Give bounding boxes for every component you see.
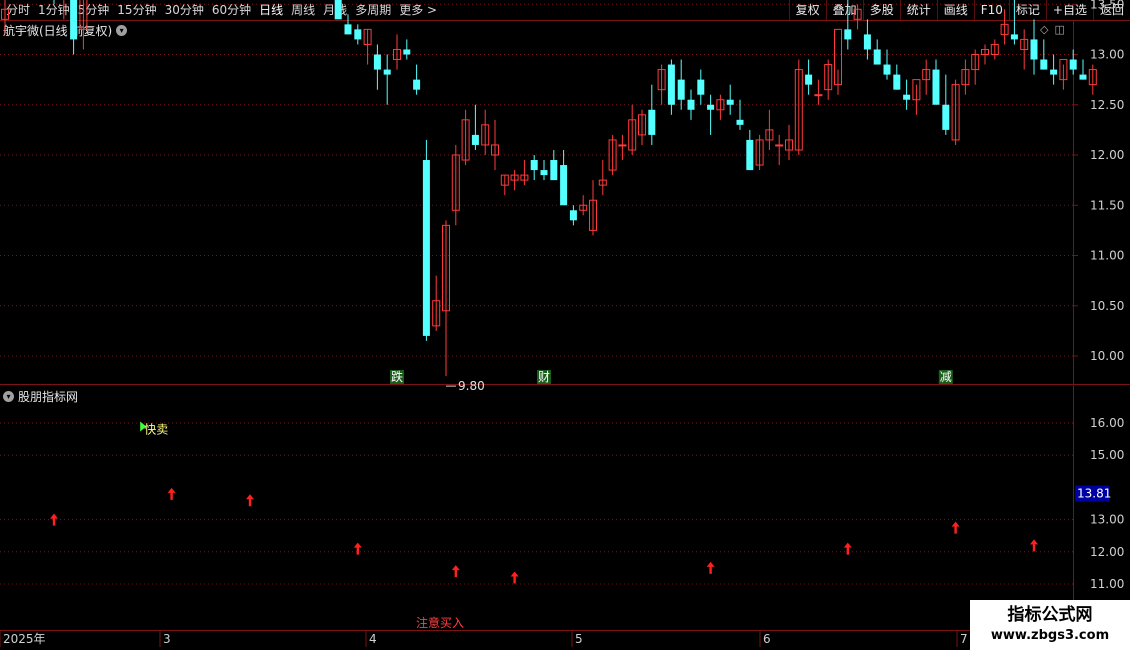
y-tick-label: 13.00 — [1090, 513, 1124, 527]
chart-canvas[interactable]: 16.0015.5015.0014.5014.0013.5013.0012.50… — [0, 0, 1130, 650]
candle-body — [1010, 34, 1018, 40]
candle-body — [334, 0, 342, 20]
buy-arrow — [843, 542, 852, 555]
buy-arrow — [706, 561, 715, 574]
candle-body — [697, 79, 705, 95]
y-tick-label: 11.50 — [1090, 198, 1124, 212]
watermark-title: 指标公式网 — [1007, 605, 1093, 625]
candle-body — [383, 69, 391, 75]
candle-body — [893, 74, 901, 90]
candle-body — [560, 165, 568, 206]
candle-body — [903, 94, 911, 100]
buy-arrow — [510, 571, 519, 584]
buy-arrow — [246, 494, 254, 507]
y-tick-label: 12.00 — [1090, 148, 1124, 162]
candle-body — [648, 109, 656, 135]
candle-body — [373, 54, 381, 70]
x-axis-label: 5 — [575, 632, 583, 646]
y-tick-label: 11.00 — [1090, 577, 1124, 591]
candle-body — [1050, 69, 1058, 75]
y-tick-label: 15.00 — [1090, 448, 1124, 462]
candle-body — [677, 79, 685, 100]
buy-signal-label: 注意买入 — [416, 615, 464, 630]
candle-body — [354, 29, 362, 40]
x-axis-label: 6 — [763, 632, 771, 646]
event-marker-label: 跌 — [391, 369, 403, 384]
candle-body — [1069, 59, 1077, 70]
candle-body — [413, 79, 421, 90]
y-tick-label: 12.00 — [1090, 545, 1124, 559]
candle-body — [1030, 39, 1038, 60]
candle-body — [70, 0, 78, 40]
candle-body — [569, 210, 577, 221]
x-axis-label: 4 — [369, 632, 377, 646]
candle-body — [863, 34, 871, 50]
y-tick-label: 10.50 — [1090, 299, 1124, 313]
candle-body — [873, 49, 881, 65]
candle-body — [403, 49, 411, 55]
candle-body — [540, 170, 548, 176]
candle-body — [736, 119, 744, 125]
y-tick-label: 10.00 — [1090, 349, 1124, 363]
candle-body — [422, 160, 430, 336]
buy-arrow — [451, 565, 460, 578]
y-tick-label: 12.50 — [1090, 98, 1124, 112]
y-tick-label: 16.00 — [1090, 416, 1124, 430]
sell-signal-label: 快卖 — [144, 422, 168, 436]
low-label: 9.80 — [458, 379, 485, 393]
x-axis-label: 7 — [960, 632, 968, 646]
y-tick-label: 11.00 — [1090, 249, 1124, 263]
y-tick-label: 13.00 — [1090, 48, 1124, 62]
candle-body — [746, 139, 754, 171]
candle-body — [550, 160, 558, 181]
buy-arrow — [951, 521, 960, 534]
x-axis-label: 3 — [163, 632, 171, 646]
candle-body — [942, 104, 950, 130]
candle-body — [932, 69, 940, 105]
buy-arrow — [353, 542, 362, 555]
candle-body — [707, 104, 715, 110]
buy-arrow — [1030, 539, 1038, 552]
candle-body — [471, 134, 479, 145]
current-value-label: 13.81 — [1077, 487, 1111, 501]
candle-body — [726, 99, 734, 105]
event-marker-label: 减 — [940, 370, 952, 384]
candle-body — [814, 94, 823, 97]
x-axis-label: 2025年 — [3, 632, 46, 646]
candle-body — [530, 160, 538, 171]
candle-body — [883, 64, 891, 75]
watermark: 指标公式网 www.zbgs3.com — [970, 600, 1130, 650]
buy-arrow — [167, 487, 176, 500]
event-marker-label: 财 — [538, 370, 550, 384]
candle-body — [344, 24, 352, 35]
candle-body — [687, 99, 695, 110]
y-tick-label: 13.50 — [1090, 0, 1124, 11]
candle-body — [805, 74, 813, 85]
watermark-url: www.zbgs3.com — [990, 628, 1110, 643]
candle-body — [618, 144, 627, 147]
candle-body — [844, 29, 852, 40]
candle-body — [1079, 74, 1087, 80]
candle-body — [775, 144, 784, 147]
candle-body — [667, 64, 675, 105]
candle-body — [1040, 59, 1048, 70]
